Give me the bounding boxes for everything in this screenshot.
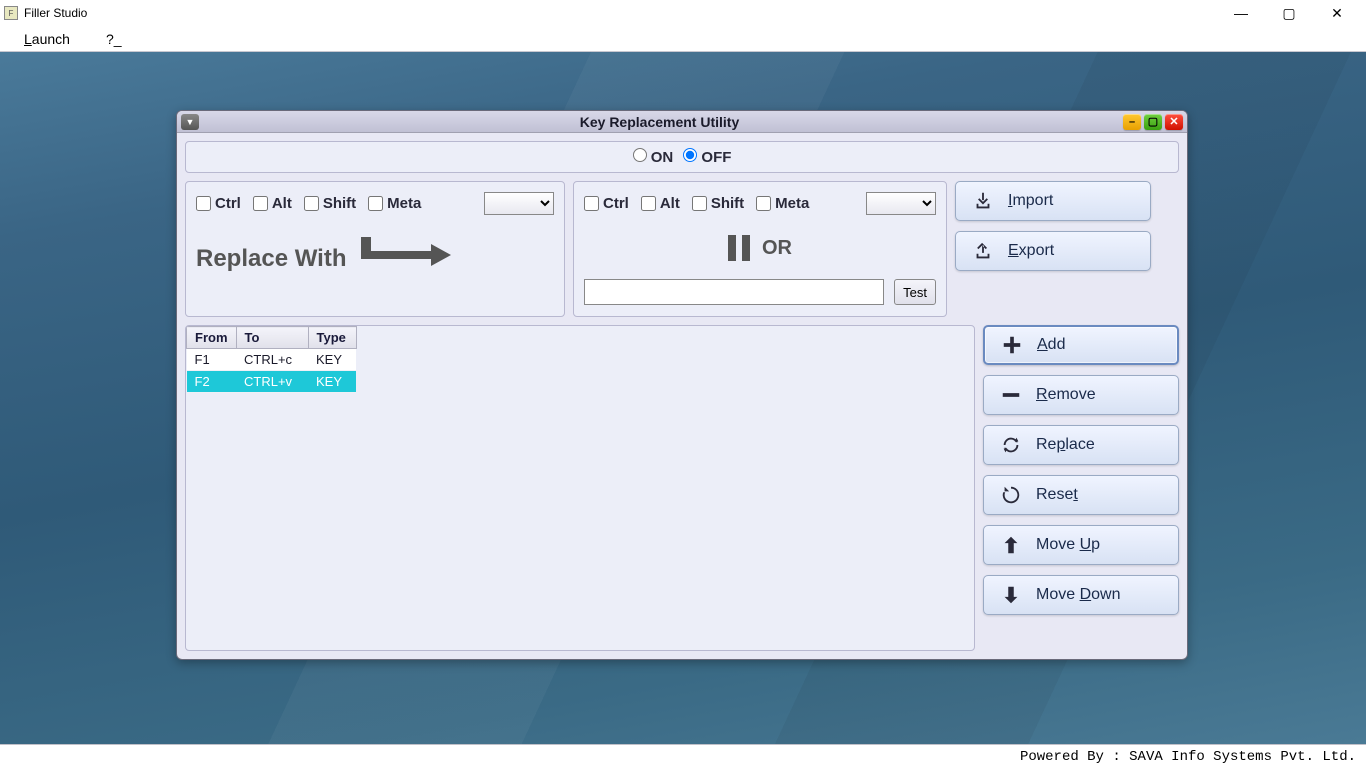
on-radio-label[interactable]: ON xyxy=(633,148,674,166)
tgt-shift-checkbox[interactable] xyxy=(692,196,707,211)
replace-with-label: Replace With xyxy=(196,245,554,273)
dialog-titlebar[interactable]: ▼ Key Replacement Utility – ▢ ✕ xyxy=(177,111,1187,133)
export-icon xyxy=(972,240,994,262)
movedown-button[interactable]: Move Down xyxy=(983,575,1179,615)
replace-button[interactable]: Replace xyxy=(983,425,1179,465)
src-key-select[interactable] xyxy=(484,192,554,215)
src-shift-checkbox[interactable] xyxy=(304,196,319,211)
src-alt-label[interactable]: Alt xyxy=(253,195,292,212)
off-label: OFF xyxy=(701,149,731,166)
remove-button[interactable]: Remove xyxy=(983,375,1179,415)
dialog-close-button[interactable]: ✕ xyxy=(1165,114,1183,130)
dialog-title: Key Replacement Utility xyxy=(199,114,1120,130)
test-input[interactable] xyxy=(584,279,884,305)
src-shift-label[interactable]: Shift xyxy=(304,195,356,212)
arrow-right-icon xyxy=(361,245,451,273)
tgt-ctrl-label[interactable]: Ctrl xyxy=(584,195,629,212)
src-ctrl-checkbox[interactable] xyxy=(196,196,211,211)
dialog-minimize-button[interactable]: – xyxy=(1123,114,1141,130)
tgt-key-select[interactable] xyxy=(866,192,936,215)
menu-launch[interactable]: Launch xyxy=(24,31,70,47)
arrow-up-icon xyxy=(1000,534,1022,556)
desktop-background: ▼ Key Replacement Utility – ▢ ✕ ON OFF C… xyxy=(0,52,1366,744)
tgt-meta-checkbox[interactable] xyxy=(756,196,771,211)
mappings-table[interactable]: From To Type F1CTRL+cKEYF2CTRL+vKEY xyxy=(186,326,357,393)
menubar: Launch ?_ xyxy=(0,26,1366,52)
source-modifier-panel: Ctrl Alt Shift Meta Replace With xyxy=(185,181,565,317)
app-icon: F xyxy=(4,6,18,20)
moveup-button[interactable]: Move Up xyxy=(983,525,1179,565)
close-button[interactable]: ✕ xyxy=(1322,3,1352,23)
dialog-maximize-button[interactable]: ▢ xyxy=(1144,114,1162,130)
refresh-icon xyxy=(1000,434,1022,456)
col-to[interactable]: To xyxy=(236,327,308,349)
menu-help[interactable]: ?_ xyxy=(106,31,122,47)
dialog-menu-icon[interactable]: ▼ xyxy=(181,114,199,130)
off-radio-label[interactable]: OFF xyxy=(683,148,731,166)
target-modifier-panel: Ctrl Alt Shift Meta OR Test xyxy=(573,181,947,317)
add-button[interactable]: Add xyxy=(983,325,1179,365)
maximize-button[interactable]: ▢ xyxy=(1274,3,1304,23)
mappings-table-panel: From To Type F1CTRL+cKEYF2CTRL+vKEY xyxy=(185,325,975,651)
import-icon xyxy=(972,190,994,212)
test-button[interactable]: Test xyxy=(894,279,936,305)
plus-icon xyxy=(1001,334,1023,356)
export-button[interactable]: Export xyxy=(955,231,1151,271)
or-separator: OR xyxy=(584,235,936,261)
pause-icon xyxy=(728,235,750,261)
table-row[interactable]: F1CTRL+cKEY xyxy=(187,349,357,371)
minimize-button[interactable]: — xyxy=(1226,3,1256,23)
reset-button[interactable]: Reset xyxy=(983,475,1179,515)
key-replacement-dialog: ▼ Key Replacement Utility – ▢ ✕ ON OFF C… xyxy=(176,110,1188,660)
tgt-shift-label[interactable]: Shift xyxy=(692,195,744,212)
statusbar: Powered By : SAVA Info Systems Pvt. Ltd. xyxy=(0,744,1366,768)
off-radio[interactable] xyxy=(683,148,697,162)
arrow-down-icon xyxy=(1000,584,1022,606)
src-alt-checkbox[interactable] xyxy=(253,196,268,211)
onoff-panel: ON OFF xyxy=(185,141,1179,173)
col-from[interactable]: From xyxy=(187,327,237,349)
src-meta-checkbox[interactable] xyxy=(368,196,383,211)
import-button[interactable]: Import xyxy=(955,181,1151,221)
undo-icon xyxy=(1000,484,1022,506)
tgt-alt-label[interactable]: Alt xyxy=(641,195,680,212)
statusbar-text: Powered By : SAVA Info Systems Pvt. Ltd. xyxy=(1020,749,1356,765)
src-ctrl-label[interactable]: Ctrl xyxy=(196,195,241,212)
tgt-alt-checkbox[interactable] xyxy=(641,196,656,211)
on-label: ON xyxy=(651,149,674,166)
window-titlebar: F Filler Studio — ▢ ✕ xyxy=(0,0,1366,26)
col-type[interactable]: Type xyxy=(308,327,356,349)
on-radio[interactable] xyxy=(633,148,647,162)
window-title: Filler Studio xyxy=(24,6,1226,20)
tgt-meta-label[interactable]: Meta xyxy=(756,195,809,212)
minus-icon xyxy=(1000,384,1022,406)
table-row[interactable]: F2CTRL+vKEY xyxy=(187,371,357,393)
tgt-ctrl-checkbox[interactable] xyxy=(584,196,599,211)
src-meta-label[interactable]: Meta xyxy=(368,195,421,212)
